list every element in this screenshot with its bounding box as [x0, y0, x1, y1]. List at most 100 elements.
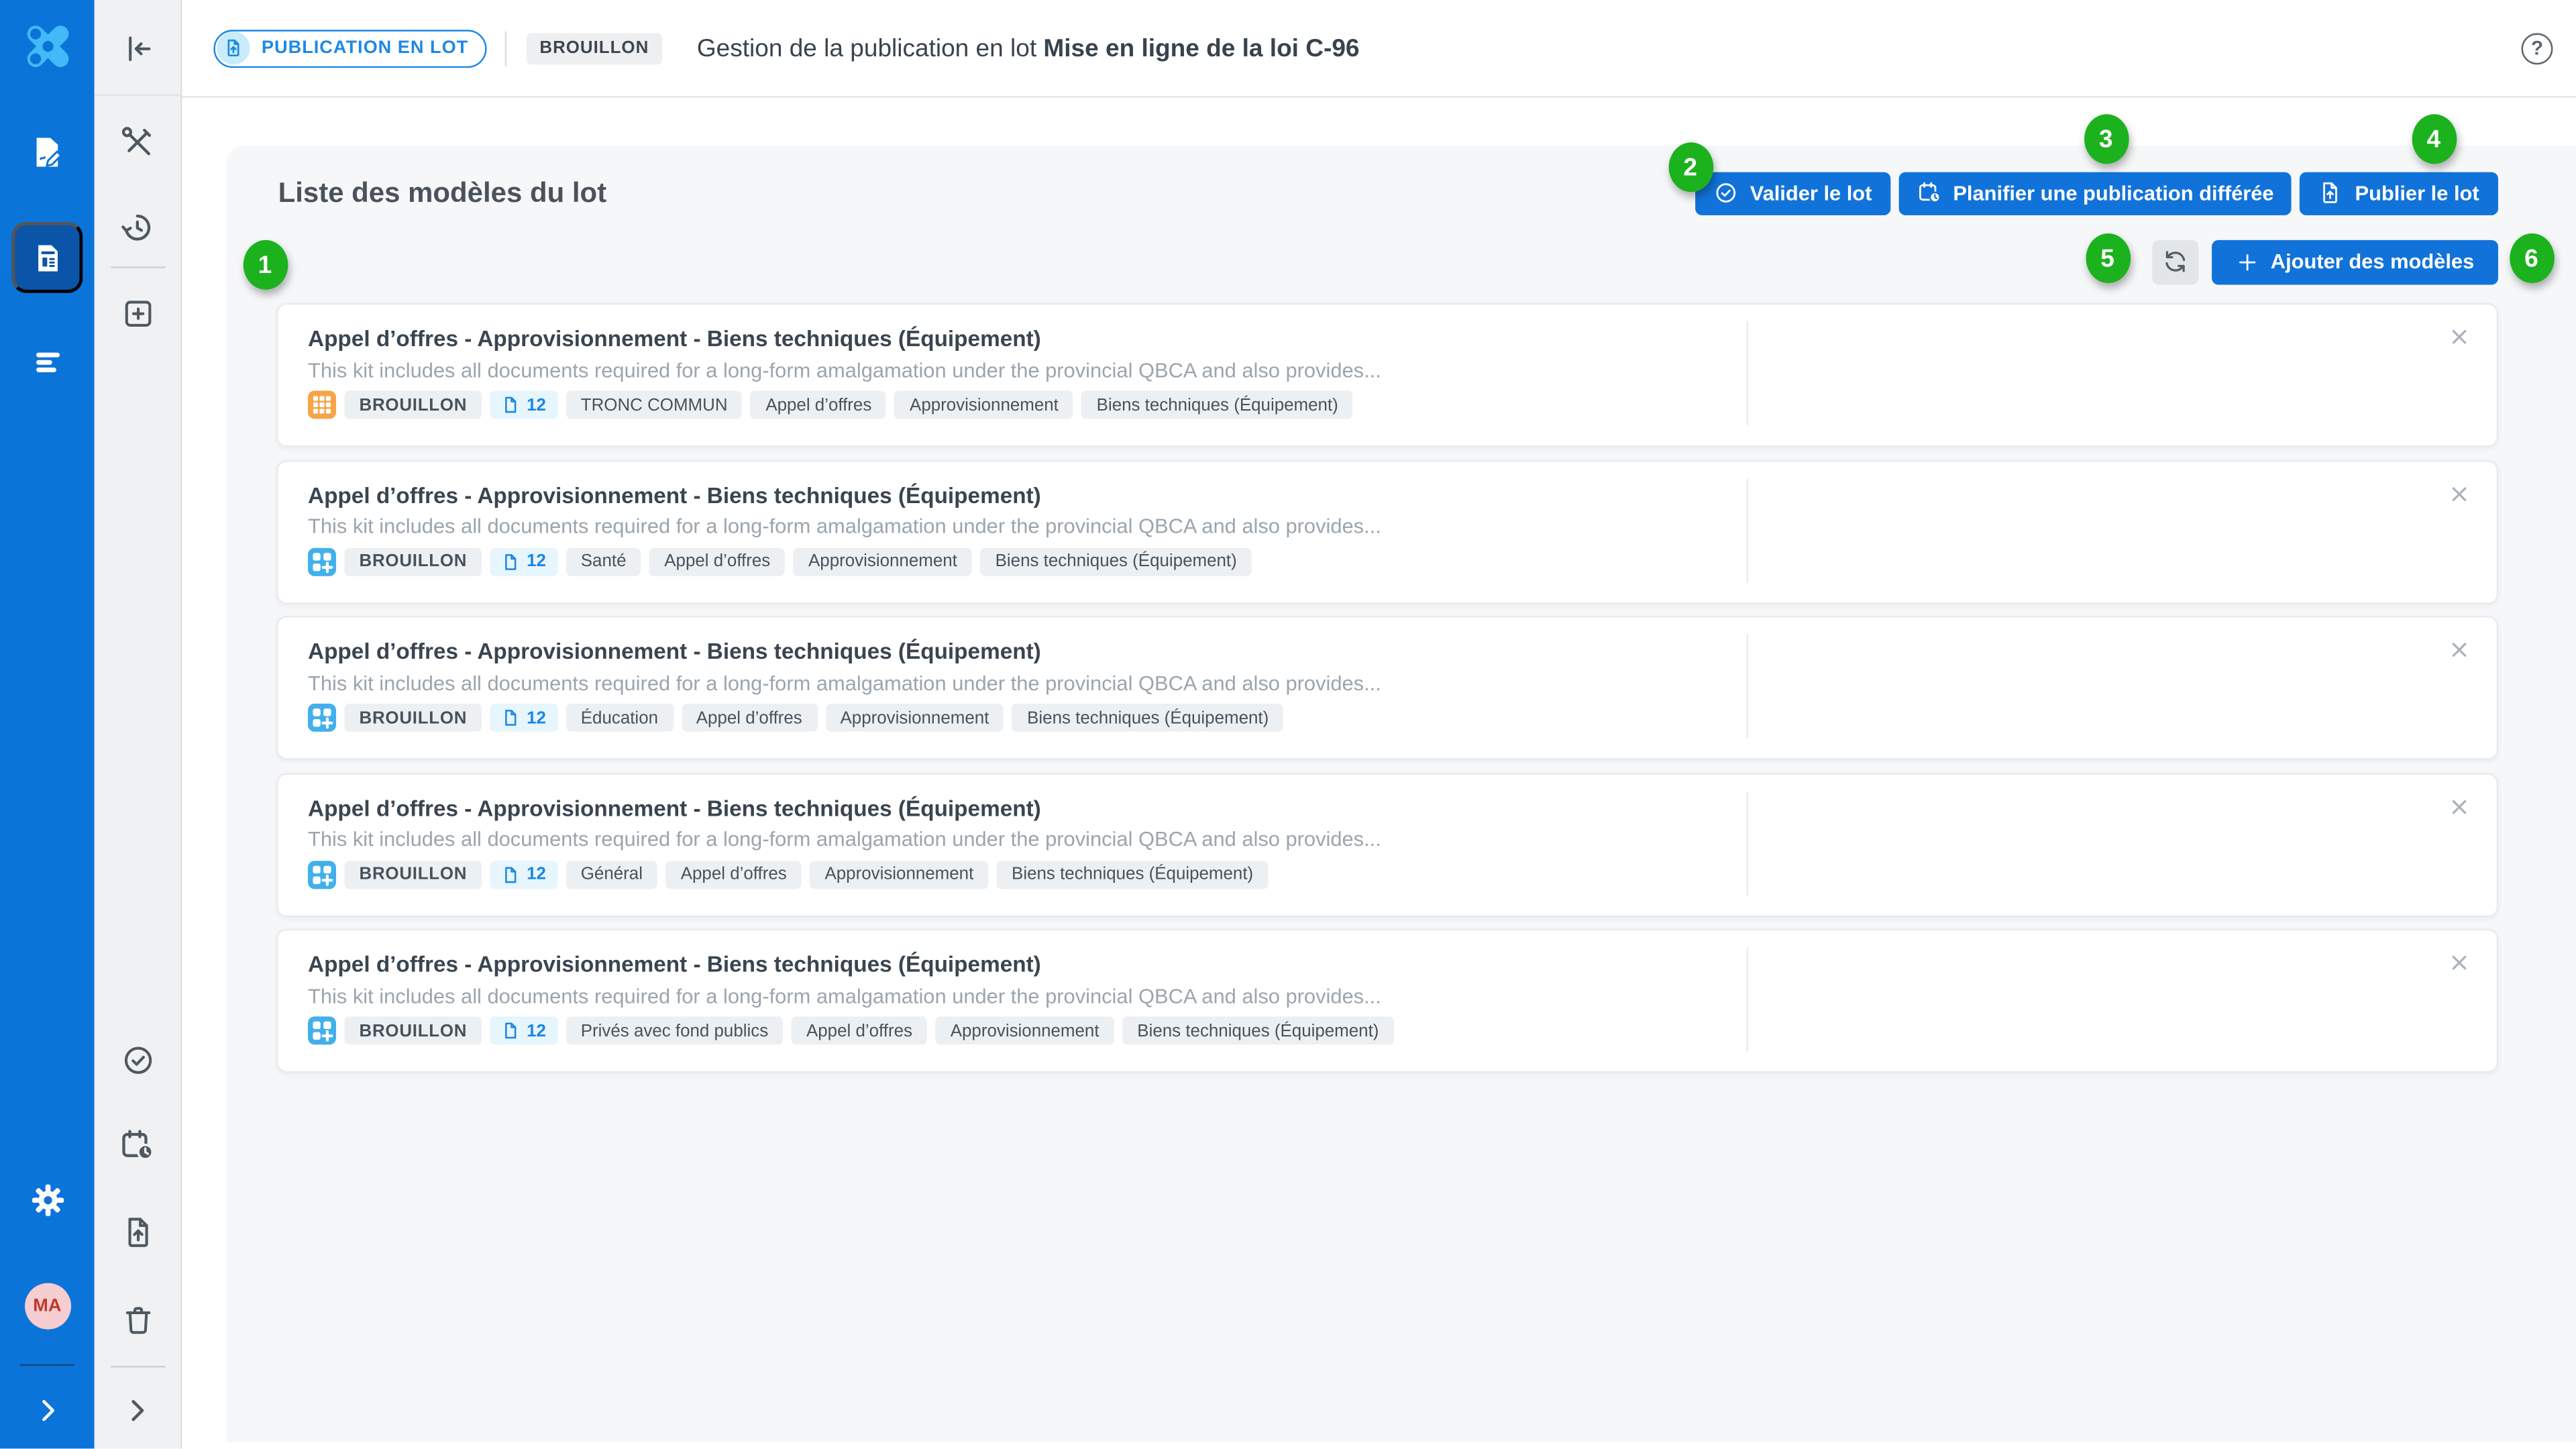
- card-title: Appel d’offres - Approvisionnement - Bie…: [308, 639, 1041, 664]
- validate-batch-button[interactable]: Valider le lot: [1695, 171, 1890, 214]
- category-tag: Santé: [566, 547, 641, 576]
- publish-shortcut-button[interactable]: [95, 1214, 180, 1249]
- template-card[interactable]: Appel d’offres - Approvisionnement - Bie…: [276, 772, 2498, 916]
- top-bar: PUBLICATION EN LOT BROUILLON Gestion de …: [182, 0, 2576, 98]
- status-tag: BROUILLON: [344, 547, 482, 576]
- category-tag: Privés avec fond publics: [566, 1016, 784, 1044]
- calendar-clock-icon: [119, 1128, 156, 1164]
- sidebar-item-lists[interactable]: [0, 346, 95, 379]
- category-tag: Biens techniques (Équipement): [1081, 390, 1353, 419]
- validate-shortcut-button[interactable]: [95, 1042, 180, 1077]
- tag-row: BROUILLON 12 Privés avec fond publics Ap…: [308, 1016, 1394, 1044]
- square-plus-icon: [120, 296, 155, 331]
- publish-batch-button[interactable]: Publier le lot: [2300, 171, 2498, 214]
- step-marker-2: 2: [1668, 142, 1713, 192]
- panel-heading: Liste des modèles du lot: [278, 176, 607, 209]
- category-tag: Biens techniques (Équipement): [980, 547, 1252, 576]
- card-title: Appel d’offres - Approvisionnement - Bie…: [308, 796, 1041, 820]
- remove-card-button[interactable]: [2446, 481, 2471, 506]
- schedule-publication-button[interactable]: Planifier une publication différée: [1898, 171, 2292, 214]
- remove-card-button[interactable]: [2446, 325, 2471, 350]
- tools-button[interactable]: [95, 124, 180, 160]
- page-title: Gestion de la publication en lot Mise en…: [697, 34, 1360, 62]
- circle-check-icon: [120, 1042, 155, 1077]
- card-description: This kit includes all documents required…: [308, 984, 1381, 1008]
- close-icon: [2448, 482, 2469, 504]
- expand-sidebar-button[interactable]: [0, 1394, 95, 1427]
- status-tag: BROUILLON: [344, 390, 482, 419]
- category-tag: Approvisionnement: [895, 390, 1073, 419]
- tag-row: BROUILLON 12 Éducation Appel d’offres Ap…: [308, 704, 1283, 732]
- step-marker-label: 3: [2099, 125, 2113, 153]
- refresh-button[interactable]: [2151, 239, 2198, 284]
- close-icon: [2448, 639, 2469, 661]
- expand-panel-button[interactable]: [95, 1394, 180, 1427]
- close-icon: [2448, 952, 2469, 973]
- document-count-tag: 12: [490, 704, 557, 732]
- template-card[interactable]: Appel d’offres - Approvisionnement - Bie…: [276, 616, 2498, 760]
- template-card[interactable]: Appel d’offres - Approvisionnement - Bie…: [276, 928, 2498, 1073]
- batch-actions: Valider le lot Planifier une publication…: [1695, 171, 2498, 214]
- tag-row: BROUILLON 12 Santé Appel d’offres Approv…: [308, 547, 1252, 576]
- file-upload-icon: [120, 1214, 155, 1249]
- collapse-left-icon: [120, 31, 155, 66]
- schedule-shortcut-button[interactable]: [95, 1128, 180, 1164]
- close-icon: [2448, 326, 2469, 347]
- card-title: Appel d’offres - Approvisionnement - Bie…: [308, 952, 1041, 977]
- remove-card-button[interactable]: [2446, 794, 2471, 818]
- category-tag: Biens techniques (Équipement): [1012, 704, 1284, 732]
- sidebar-item-models-active[interactable]: [11, 222, 83, 293]
- category-tag: Appel d’offres: [666, 860, 802, 888]
- sidebar-item-settings[interactable]: [0, 1182, 95, 1218]
- document-count-tag: 12: [490, 390, 557, 419]
- document-count: 12: [527, 395, 546, 415]
- add-item-button[interactable]: [95, 296, 180, 331]
- close-icon: [2448, 796, 2469, 817]
- sidebar-item-redaction[interactable]: [0, 134, 95, 170]
- trash-icon: [120, 1302, 155, 1337]
- user-avatar[interactable]: MA: [0, 1283, 95, 1330]
- list-actions: Ajouter des modèles: [2151, 239, 2498, 284]
- card-divider: [1747, 478, 1748, 582]
- collapse-panel-button[interactable]: [95, 31, 180, 66]
- card-divider: [1747, 790, 1748, 894]
- app-logo-icon: [0, 18, 95, 74]
- document-icon: [502, 552, 520, 570]
- grid-plus-icon: [308, 860, 336, 888]
- card-description: This kit includes all documents required…: [308, 358, 1381, 382]
- template-card[interactable]: Appel d’offres - Approvisionnement - Bie…: [276, 460, 2498, 604]
- step-marker-label: 1: [258, 251, 272, 279]
- document-count: 12: [527, 551, 546, 572]
- validate-batch-label: Valider le lot: [1750, 181, 1872, 205]
- rail-divider: [111, 1366, 165, 1367]
- file-pen-icon: [29, 134, 65, 170]
- card-description: This kit includes all documents required…: [308, 828, 1381, 851]
- avatar: MA: [24, 1283, 70, 1330]
- model-list: Appel d’offres - Approvisionnement - Bie…: [276, 303, 2498, 1073]
- step-marker-label: 2: [1683, 153, 1697, 181]
- help-button[interactable]: ?: [2522, 32, 2553, 64]
- history-button[interactable]: [95, 209, 180, 245]
- step-marker-4: 4: [2411, 114, 2456, 164]
- file-upload-icon: [2318, 180, 2343, 205]
- app-window: MA: [0, 0, 2576, 1449]
- tools-icon: [119, 124, 156, 160]
- category-tag: Appel d’offres: [682, 704, 817, 732]
- history-icon: [119, 209, 156, 245]
- category-tag: Approvisionnement: [825, 704, 1004, 732]
- category-tag: Approvisionnement: [794, 547, 972, 576]
- remove-card-button[interactable]: [2446, 951, 2471, 975]
- add-models-label: Ajouter des modèles: [2271, 250, 2474, 274]
- remove-card-button[interactable]: [2446, 637, 2471, 662]
- category-tag: Approvisionnement: [936, 1016, 1114, 1044]
- grid-plus-icon: [308, 1016, 336, 1044]
- add-models-button[interactable]: Ajouter des modèles: [2211, 239, 2498, 284]
- document-count: 12: [527, 864, 546, 884]
- delete-button[interactable]: [95, 1302, 180, 1337]
- template-card[interactable]: Appel d’offres - Approvisionnement - Bie…: [276, 303, 2498, 447]
- step-marker-3: 3: [2084, 114, 2129, 164]
- schedule-publication-label: Planifier une publication différée: [1953, 181, 2273, 205]
- secondary-sidebar: [95, 0, 182, 1449]
- grid-icon: [308, 390, 336, 419]
- circle-check-icon: [1713, 180, 1738, 205]
